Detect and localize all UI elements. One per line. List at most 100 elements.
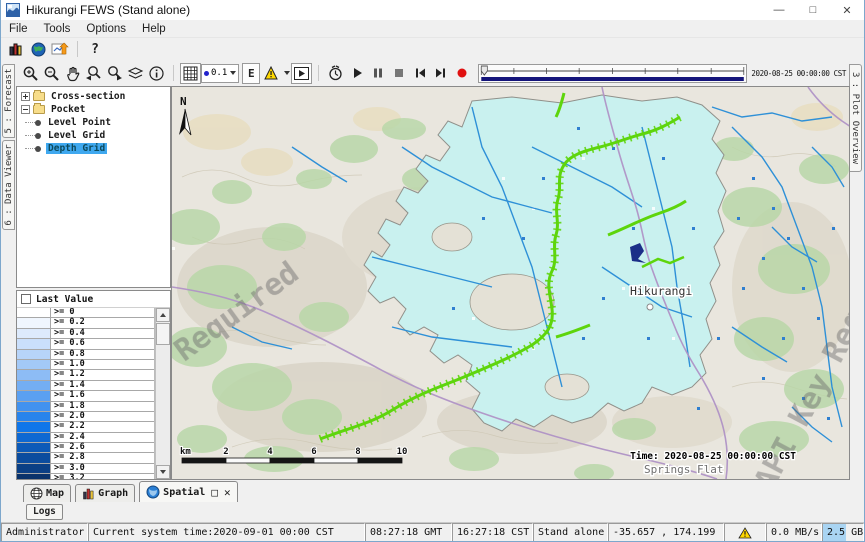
zoom-next-icon[interactable]	[104, 63, 125, 84]
scroll-down-icon[interactable]	[156, 465, 170, 479]
legend-panel: Last Value >= 0 >= 0.2 >= 0.4 >= 0.6 >= …	[16, 290, 171, 480]
svg-text:10: 10	[397, 447, 408, 457]
minimize-button[interactable]: —	[762, 0, 796, 20]
folder-icon	[33, 92, 45, 101]
class-break-dot-icon	[204, 71, 209, 76]
legend-row: >= 3.2	[17, 474, 154, 479]
legend-swatch	[17, 360, 51, 369]
chevron-down-icon	[284, 71, 290, 75]
legend-swatch	[17, 422, 51, 431]
svg-text:8: 8	[355, 447, 360, 457]
left-tab-strip: 5 : Forecast 6 : Data Viewer	[1, 60, 16, 480]
legend-list: >= 0 >= 0.2 >= 0.4 >= 0.6 >= 0.8 >= 1.0 …	[17, 308, 170, 479]
last-value-checkbox[interactable]	[21, 294, 31, 304]
pan-icon[interactable]	[62, 63, 83, 84]
legend-row: >= 1.6	[17, 391, 154, 401]
last-frame-button[interactable]	[430, 63, 451, 84]
legend-swatch	[17, 443, 51, 452]
toolbar-separator	[77, 41, 78, 57]
status-local-time: 16:27:18 CST	[452, 523, 533, 542]
legend-swatch	[17, 350, 51, 359]
status-warning-cell[interactable]	[724, 523, 766, 542]
time-slider-thumb[interactable]	[482, 66, 488, 75]
tab-close-icon[interactable]: ✕	[224, 486, 231, 499]
menu-options[interactable]: Options	[78, 23, 134, 35]
legend-swatch	[17, 329, 51, 338]
tree-node-depth-grid[interactable]: Depth Grid	[20, 142, 170, 155]
tab-plot-overview[interactable]: 3 : Plot Overview	[849, 64, 862, 172]
logs-row: Logs	[1, 502, 864, 523]
grid-display-icon[interactable]	[180, 63, 201, 84]
legend-swatch	[17, 318, 51, 327]
tab-spatial[interactable]: Spatial □ ✕	[139, 481, 237, 502]
expand-icon[interactable]	[21, 92, 30, 101]
status-user: Administrator	[1, 523, 88, 542]
help-button[interactable]: ?	[84, 39, 106, 59]
legend-swatch	[17, 402, 51, 411]
play-button[interactable]	[346, 63, 367, 84]
folder-icon	[33, 105, 45, 114]
layer-bullet-icon	[35, 133, 41, 139]
scroll-up-icon[interactable]	[156, 308, 170, 322]
tree-node-level-grid[interactable]: Level Grid	[20, 129, 170, 142]
close-button[interactable]: ✕	[830, 0, 864, 20]
legend-swatch	[17, 370, 51, 379]
legend-row: >= 0.8	[17, 350, 154, 360]
svg-text:4: 4	[267, 447, 273, 457]
tab-graph[interactable]: Graph	[75, 484, 135, 502]
zoom-out-icon[interactable]	[41, 63, 62, 84]
svg-text:2: 2	[223, 447, 228, 457]
time-slider[interactable]	[478, 64, 747, 83]
info-icon[interactable]	[146, 63, 167, 84]
layers-icon[interactable]	[125, 63, 146, 84]
set-time-icon[interactable]	[325, 63, 346, 84]
legend-rows: >= 0 >= 0.2 >= 0.4 >= 0.6 >= 0.8 >= 1.0 …	[17, 308, 155, 479]
stop-button[interactable]	[388, 63, 409, 84]
wire-globe-icon	[30, 487, 43, 500]
menu-bar: File Tools Options Help	[1, 20, 864, 38]
tab-restore-icon[interactable]: □	[211, 486, 218, 499]
menu-file[interactable]: File	[1, 23, 36, 35]
maximize-button[interactable]: □	[796, 0, 830, 20]
bar-chart-icon	[82, 487, 95, 500]
logs-button[interactable]: Logs	[26, 504, 63, 520]
tab-data-viewer[interactable]: 6 : Data Viewer	[2, 140, 15, 230]
animation-icon[interactable]	[291, 63, 312, 84]
pause-button[interactable]	[367, 63, 388, 84]
map-canvas[interactable]: API Key Required API Key Required N Hiku…	[171, 86, 850, 480]
first-frame-button[interactable]	[409, 63, 430, 84]
tree-node-pocket[interactable]: Pocket	[20, 103, 170, 116]
collapse-icon[interactable]	[21, 105, 30, 114]
tree-connector	[25, 148, 35, 149]
tree-node-level-point[interactable]: Level Point	[20, 116, 170, 129]
scrollbar-thumb[interactable]	[156, 323, 170, 345]
legend-row: >= 1.0	[17, 360, 154, 370]
legend-row: >= 0.2	[17, 318, 154, 328]
zoom-in-icon[interactable]	[20, 63, 41, 84]
svg-text:N: N	[180, 95, 187, 108]
labels-toggle-button[interactable]: E	[242, 63, 260, 84]
menu-tools[interactable]: Tools	[36, 23, 79, 35]
legend-row: >= 1.4	[17, 381, 154, 391]
legend-row: >= 2.2	[17, 422, 154, 432]
class-break-dropdown[interactable]: 0.1	[201, 64, 239, 83]
legend-scrollbar[interactable]	[155, 308, 170, 479]
chart-icon[interactable]	[49, 39, 71, 59]
status-system-time: Current system time:2020-09-01 00:00 CST	[88, 523, 365, 542]
warnings-dropdown[interactable]	[263, 63, 291, 84]
zoom-previous-icon[interactable]	[83, 63, 104, 84]
svg-text:km: km	[180, 447, 191, 457]
record-button[interactable]	[451, 63, 472, 84]
scrollbar-track[interactable]	[156, 345, 170, 465]
legend-row: >= 0.6	[17, 339, 154, 349]
tree-node-cross-section[interactable]: Cross-section	[20, 90, 170, 103]
menu-help[interactable]: Help	[134, 23, 174, 35]
legend-swatch	[17, 339, 51, 348]
database-icon[interactable]	[5, 39, 27, 59]
legend-swatch	[17, 308, 51, 317]
tab-forecast[interactable]: 5 : Forecast	[2, 64, 15, 138]
globe-icon[interactable]	[27, 39, 49, 59]
application-window: Hikurangi FEWS (Stand alone) — □ ✕ File …	[0, 0, 865, 542]
tab-map[interactable]: Map	[23, 484, 71, 502]
status-coordinates: -35.657 , 174.199	[608, 523, 724, 542]
